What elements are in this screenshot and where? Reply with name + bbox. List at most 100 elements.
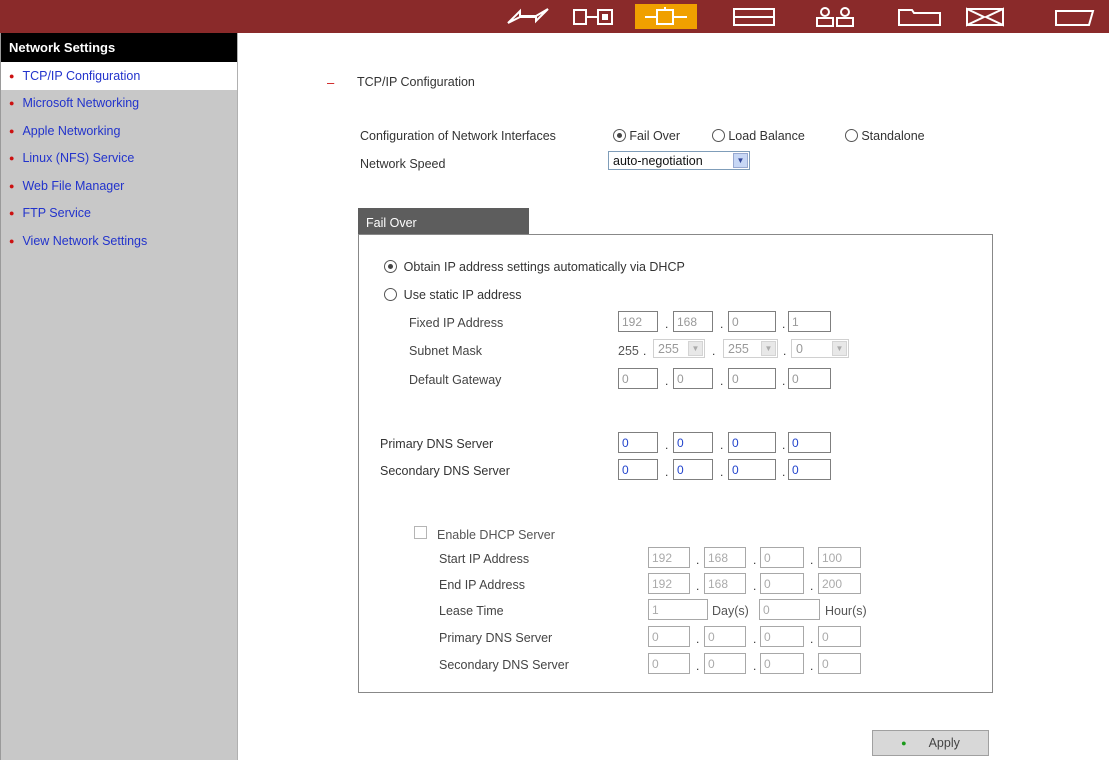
gateway-octet-2[interactable]: 0 (673, 368, 713, 389)
dhcp-secondary-dns-octet-1[interactable]: 0 (648, 653, 690, 674)
dhcp-start-ip-octet-2[interactable]: 168 (704, 547, 746, 568)
fixed-ip-octet-4[interactable]: 1 (788, 311, 831, 332)
sidebar-item-view-network-settings[interactable]: ● View Network Settings (1, 227, 237, 255)
dhcp-primary-dns-octet-3[interactable]: 0 (760, 626, 804, 647)
chevron-down-icon: ▼ (832, 341, 847, 356)
lease-days-input[interactable]: 1 (648, 599, 708, 620)
primary-dns-octet-4[interactable]: 0 (788, 432, 831, 453)
page-title: TCP/IP Configuration (357, 75, 475, 89)
subnet-octet-4-select[interactable]: 0 ▼ (791, 339, 849, 358)
sidebar-item-tcpip[interactable]: ● TCP/IP Configuration (1, 62, 237, 90)
sidebar-item-nfs[interactable]: ● Linux (NFS) Service (1, 145, 237, 173)
bullet-icon: ● (9, 153, 15, 164)
collapse-dash[interactable]: – (327, 75, 334, 90)
subnet-mask-label: Subnet Mask (409, 344, 482, 358)
dhcp-end-ip-octet-4[interactable]: 200 (818, 573, 861, 594)
sidebar-item-label: TCP/IP Configuration (22, 68, 141, 83)
primary-dns-label: Primary DNS Server (380, 437, 494, 451)
config-interfaces-label: Configuration of Network Interfaces (360, 129, 556, 143)
sidebar-item-apple-networking[interactable]: ● Apple Networking (1, 117, 237, 145)
sidebar-item-ftp[interactable]: ● FTP Service (1, 200, 237, 228)
system-tools-icon[interactable] (960, 4, 1010, 29)
secondary-dns-octet-3[interactable]: 0 (728, 459, 776, 480)
sidebar-item-label: Microsoft Networking (22, 96, 140, 111)
gateway-octet-3[interactable]: 0 (728, 368, 776, 389)
radio-fail-over[interactable]: Fail Over (613, 129, 680, 143)
sidebar-item-label: Linux (NFS) Service (22, 151, 135, 166)
lease-time-label: Lease Time (439, 604, 504, 618)
device-config-icon[interactable] (725, 4, 785, 29)
network-speed-label: Network Speed (360, 157, 446, 171)
secondary-dns-label: Secondary DNS Server (380, 464, 510, 478)
dhcp-secondary-dns-octet-4[interactable]: 0 (818, 653, 861, 674)
bullet-icon: ● (9, 235, 15, 246)
bullet-icon: ● (9, 70, 15, 81)
radio-standalone[interactable]: Standalone (845, 129, 925, 143)
tab-fail-over[interactable]: Fail Over (358, 208, 529, 235)
bullet-icon: ● (9, 98, 15, 109)
sidebar-item-label: FTP Service (22, 206, 91, 221)
dhcp-primary-dns-octet-2[interactable]: 0 (704, 626, 746, 647)
dhcp-secondary-dns-octet-3[interactable]: 0 (760, 653, 804, 674)
chevron-down-icon: ▼ (761, 341, 776, 356)
subnet-octet-1: 255 (618, 344, 639, 358)
checkbox-icon (414, 526, 427, 539)
subnet-octet-3-select[interactable]: 255 ▼ (723, 339, 778, 358)
dhcp-end-ip-octet-2[interactable]: 168 (704, 573, 746, 594)
share-management-icon[interactable] (890, 4, 950, 29)
enable-dhcp-checkbox[interactable]: Enable DHCP Server (414, 526, 555, 542)
apply-button[interactable]: ● Apply (872, 730, 989, 756)
fixed-ip-octet-1[interactable]: 192 (618, 311, 658, 332)
dhcp-primary-dns-octet-4[interactable]: 0 (818, 626, 861, 647)
bullet-icon: ● (901, 738, 907, 748)
chevron-down-icon: ▼ (688, 341, 703, 356)
dhcp-end-ip-octet-1[interactable]: 192 (648, 573, 690, 594)
secondary-dns-octet-2[interactable]: 0 (673, 459, 713, 480)
radio-icon (384, 288, 397, 301)
primary-dns-octet-3[interactable]: 0 (728, 432, 776, 453)
radio-dhcp[interactable]: Obtain IP address settings automatically… (384, 260, 685, 274)
user-management-icon[interactable] (805, 4, 865, 29)
primary-dns-octet-1[interactable]: 0 (618, 432, 658, 453)
gateway-octet-4[interactable]: 0 (788, 368, 831, 389)
sidebar-title: Network Settings (1, 33, 237, 62)
top-toolbar (0, 0, 1109, 33)
main-panel: – TCP/IP Configuration Configuration of … (239, 33, 1109, 760)
quick-config-icon[interactable] (498, 4, 558, 29)
primary-dns-octet-2[interactable]: 0 (673, 432, 713, 453)
network-settings-icon[interactable] (635, 4, 697, 29)
sidebar-item-label: View Network Settings (22, 233, 148, 248)
logs-icon[interactable] (1045, 4, 1105, 29)
secondary-dns-octet-4[interactable]: 0 (788, 459, 831, 480)
system-settings-icon[interactable] (565, 4, 625, 29)
lease-hours-input[interactable]: 0 (759, 599, 820, 620)
fixed-ip-octet-2[interactable]: 168 (673, 311, 713, 332)
fixed-ip-label: Fixed IP Address (409, 316, 504, 330)
dhcp-secondary-dns-octet-2[interactable]: 0 (704, 653, 746, 674)
radio-icon (613, 129, 626, 142)
fixed-ip-octet-3[interactable]: 0 (728, 311, 776, 332)
dhcp-start-ip-octet-4[interactable]: 100 (818, 547, 861, 568)
sidebar-item-label: Web File Manager (22, 178, 125, 193)
days-unit: Day(s) (712, 604, 749, 618)
radio-load-balance[interactable]: Load Balance (712, 129, 805, 143)
gateway-octet-1[interactable]: 0 (618, 368, 658, 389)
dhcp-end-ip-octet-3[interactable]: 0 (760, 573, 804, 594)
subnet-octet-2-select[interactable]: 255 ▼ (653, 339, 705, 358)
radio-icon (712, 129, 725, 142)
sidebar-item-microsoft-networking[interactable]: ● Microsoft Networking (1, 90, 237, 118)
bullet-icon: ● (9, 180, 15, 191)
dhcp-end-ip-label: End IP Address (439, 578, 525, 592)
dhcp-primary-dns-label: Primary DNS Server (439, 631, 553, 645)
radio-static-ip[interactable]: Use static IP address (384, 288, 522, 302)
sidebar: Network Settings ● TCP/IP Configuration ●… (0, 33, 238, 760)
bullet-icon: ● (9, 208, 15, 219)
secondary-dns-octet-1[interactable]: 0 (618, 459, 658, 480)
network-speed-select[interactable]: auto-negotiation ▼ (608, 151, 750, 170)
sidebar-item-web-file-manager[interactable]: ● Web File Manager (1, 172, 237, 200)
chevron-down-icon: ▼ (733, 153, 748, 168)
radio-icon (384, 260, 397, 273)
dhcp-start-ip-octet-3[interactable]: 0 (760, 547, 804, 568)
dhcp-primary-dns-octet-1[interactable]: 0 (648, 626, 690, 647)
dhcp-start-ip-octet-1[interactable]: 192 (648, 547, 690, 568)
